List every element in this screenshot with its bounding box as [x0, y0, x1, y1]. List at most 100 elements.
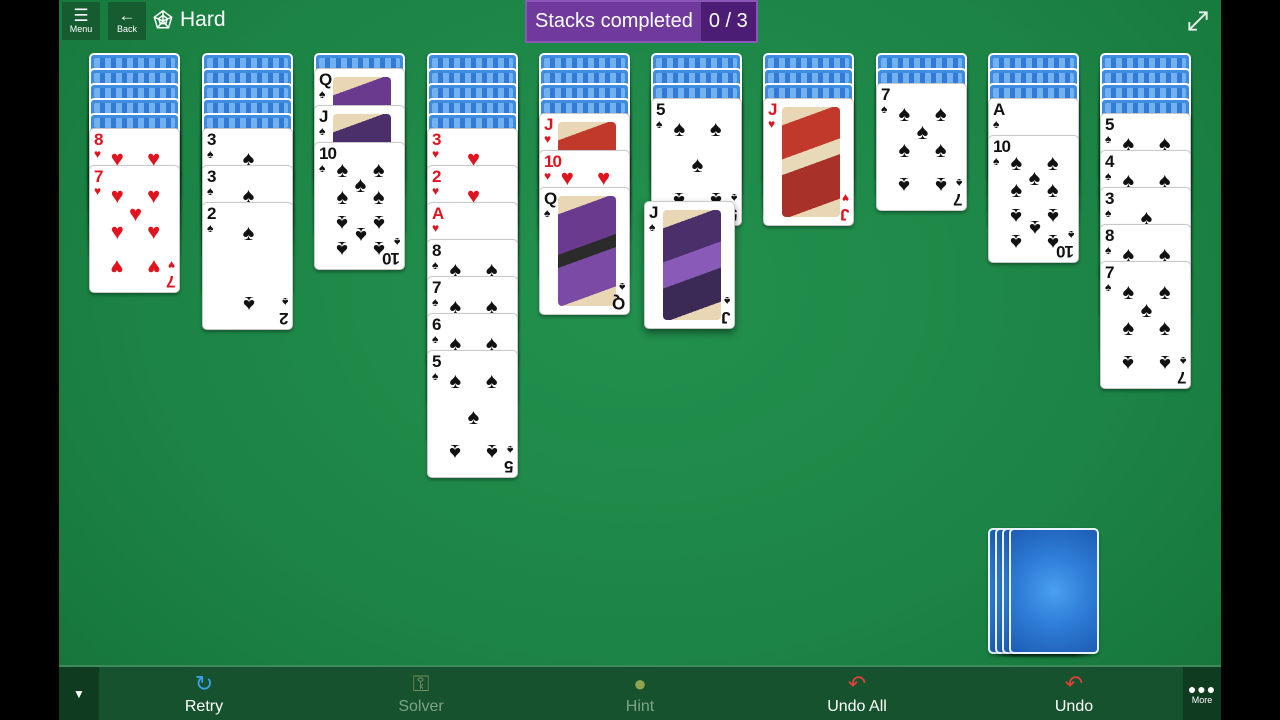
spades-pip-icon: ♠	[449, 440, 462, 466]
spades-icon: ♠	[207, 221, 214, 235]
spades-pip-icon: ♠	[449, 367, 462, 393]
playing-card[interactable]: 7 ♥ ♥ ♥ ♥ ♥ ♥ ♥ ♥ ♥ 7	[89, 165, 180, 293]
hearts-icon: ♥	[841, 191, 849, 205]
card-rank: J	[319, 107, 329, 126]
hearts-icon: ♥	[94, 184, 102, 198]
hearts-pip-icon: ♥	[147, 182, 161, 208]
hearts-icon: ♥	[544, 169, 552, 183]
spades-pip-icon: ♠	[467, 403, 480, 429]
card-rank: 10	[544, 152, 562, 171]
spades-icon: ♠	[1105, 280, 1112, 294]
card-rank: 10	[319, 144, 337, 163]
spades-pip-icon: ♠	[485, 440, 498, 466]
face-card-artwork	[663, 210, 721, 320]
spades-pip-icon: ♠	[691, 151, 704, 177]
more-button[interactable]: ●●● More	[1183, 667, 1221, 720]
spades-pip-icon: ♠	[242, 219, 255, 245]
hint-button[interactable]: ● Hint	[600, 667, 680, 720]
spades-pip-icon: ♠	[1046, 203, 1059, 229]
spades-icon: ♠	[319, 87, 326, 101]
spades-pip-icon: ♠	[336, 210, 349, 236]
card-rank: 5	[504, 457, 513, 476]
card-rank: 8	[1105, 226, 1115, 245]
menu-button[interactable]: ☰ Menu	[62, 2, 100, 40]
stacks-completed-count: 0 / 3	[700, 2, 756, 41]
spades-pip-icon: ♠	[709, 115, 722, 141]
undo-all-label: Undo All	[827, 698, 887, 715]
card-rank: 7	[953, 190, 962, 209]
playing-card[interactable]: 2 ♠ ♠ ♠ ♠ 2	[202, 202, 293, 330]
fullscreen-icon[interactable]	[1185, 8, 1211, 34]
hearts-icon: ♥	[94, 147, 102, 161]
spades-icon: ♠	[1105, 206, 1112, 220]
spades-pip-icon: ♠	[1158, 314, 1171, 340]
playing-card[interactable]: 7♠♠♠♠♠♠♠♠♠7	[1100, 261, 1191, 389]
spades-pip-icon: ♠	[934, 136, 947, 162]
spades-pip-icon: ♠	[336, 236, 349, 262]
hint-label: Hint	[625, 698, 655, 715]
back-button[interactable]: ← Back	[108, 2, 146, 40]
dragged-card[interactable]: J ♠ ♠ J	[644, 201, 735, 329]
spades-pip-icon: ♠	[336, 183, 349, 209]
stacks-completed-badge: Stacks completed 0 / 3	[525, 0, 758, 43]
undo-all-button[interactable]: ↶ Undo All	[807, 667, 907, 720]
spades-icon: ♠	[432, 332, 439, 346]
difficulty-label: Hard	[180, 8, 226, 31]
spades-pip-icon: ♠	[916, 118, 929, 144]
hearts-icon: ♥	[768, 117, 776, 131]
spades-pip-icon: ♠	[1158, 278, 1171, 304]
spades-pip-icon: ♠	[1028, 215, 1041, 241]
spades-pip-icon: ♠	[898, 100, 911, 126]
playing-card[interactable]: 10 ♠ ♠ ♠ ♠ ♠ ♠ ♠ ♠ ♠ ♠ ♠ ♠ 10	[988, 135, 1079, 263]
menu-label: Menu	[69, 24, 93, 34]
spades-pip-icon: ♠	[1010, 150, 1023, 176]
spades-icon: ♠	[432, 295, 439, 309]
hearts-pip-icon: ♥	[147, 255, 161, 281]
spades-pip-icon: ♠	[372, 183, 385, 209]
retry-icon: ↻	[194, 671, 214, 696]
card-rank: A	[432, 204, 444, 223]
spades-pip-icon: ♠	[336, 157, 349, 183]
face-card-artwork	[782, 107, 840, 217]
hearts-icon: ♥	[432, 147, 440, 161]
hearts-icon: ♥	[167, 258, 175, 272]
hearts-pip-icon: ♥	[128, 200, 143, 226]
card-rank: 3	[1105, 189, 1115, 208]
card-rank: 2	[279, 309, 288, 328]
spades-icon: ♠	[618, 280, 625, 294]
spades-icon: ♠	[1067, 228, 1074, 242]
spades-pip-icon: ♠	[372, 210, 385, 236]
collapse-toolbar-button[interactable]: ▼	[59, 667, 99, 720]
playing-card[interactable]: J♥♥J	[763, 98, 854, 226]
stock-card	[1009, 528, 1099, 654]
spades-icon: ♠	[319, 161, 326, 175]
card-rank: 10	[383, 249, 400, 268]
playing-card[interactable]: 10 ♠ ♠ ♠ ♠ ♠ ♠ ♠ ♠ ♠ ♠ ♠ ♠ 10	[314, 142, 405, 270]
undo-button[interactable]: ↶ Undo	[1034, 667, 1114, 720]
spades-pip-icon: ♠	[898, 173, 911, 199]
hearts-icon: ♥	[544, 132, 552, 146]
spades-icon: ♠	[723, 294, 730, 308]
hearts-pip-icon: ♥	[110, 182, 124, 208]
spades-pip-icon: ♠	[354, 171, 367, 197]
card-rank: 6	[432, 315, 442, 334]
card-rank: 4	[1105, 152, 1115, 171]
spades-icon: ♠	[1105, 243, 1112, 257]
undo-all-icon: ↶	[847, 671, 867, 696]
retry-button[interactable]: ↻ Retry	[164, 667, 244, 720]
solver-button[interactable]: ⚿ Solver	[381, 667, 461, 720]
hearts-icon: ♥	[432, 184, 440, 198]
retry-label: Retry	[184, 698, 224, 715]
spades-icon: ♠	[432, 369, 439, 383]
spades-icon: ♠	[649, 220, 656, 234]
card-rank: 10	[993, 137, 1011, 156]
card-rank: 7	[881, 85, 891, 104]
card-rank: J	[840, 205, 849, 224]
card-rank: 5	[1105, 115, 1115, 134]
playing-card[interactable]: 5♠♠♠♠♠♠♠5	[427, 350, 518, 478]
playing-card[interactable]: 7♠♠♠♠♠♠♠♠♠7	[876, 83, 967, 211]
stock-pile[interactable]	[988, 528, 1100, 654]
card-rank: 10	[1057, 242, 1074, 261]
spades-pip-icon: ♠	[934, 100, 947, 126]
playing-card[interactable]: Q♠♠Q	[539, 187, 630, 315]
